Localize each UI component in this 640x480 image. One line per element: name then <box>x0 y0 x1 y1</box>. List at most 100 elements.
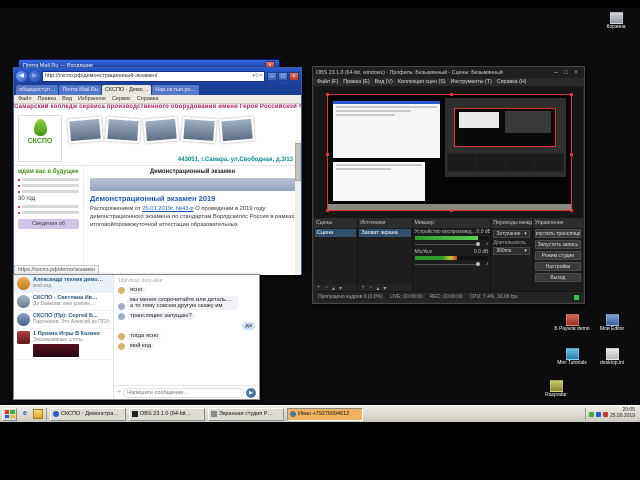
chat-contact[interactable]: Александр техник демо… мой код <box>14 275 113 293</box>
resize-handle[interactable] <box>326 93 329 96</box>
resize-handle[interactable] <box>570 152 573 156</box>
attach-icon[interactable]: + <box>117 389 121 396</box>
chat-contact[interactable]: СКСПО (Пр): Сергей Б… Партнеров: Это Але… <box>14 311 113 329</box>
maximize-icon[interactable]: □ <box>278 71 288 81</box>
sidebar-item[interactable] <box>18 184 79 187</box>
sidebar-item[interactable] <box>18 211 79 214</box>
menu-help[interactable]: Справка <box>137 96 159 102</box>
chat-input-bar: + ▶ <box>114 385 259 399</box>
channel-db: 0.0 dB <box>473 249 489 255</box>
start-button[interactable] <box>2 407 17 421</box>
browser-tab[interactable]: общедоступ… <box>16 85 59 95</box>
resize-handle[interactable] <box>449 93 453 96</box>
task-button-chat[interactable]: Иван +79276094612 <box>287 407 363 421</box>
menu-favorites[interactable]: Избранное <box>78 96 106 102</box>
transition-select[interactable]: Затухание ▾ <box>493 230 530 238</box>
menu-edit[interactable]: Правка <box>38 96 57 102</box>
slider-knob[interactable] <box>476 262 481 266</box>
obs-menu-file[interactable]: Файл (F) <box>317 79 338 85</box>
capture-source-region[interactable] <box>326 93 573 212</box>
studio-mode-button[interactable]: Режим студии <box>534 251 581 260</box>
article-link[interactable]: 25.01.2019г. №43-р <box>142 206 193 212</box>
send-icon[interactable]: ▶ <box>246 387 256 398</box>
tray-icon[interactable] <box>595 411 601 417</box>
task-button-obs[interactable]: OBS 23.1.0 (64-bit… <box>129 407 205 421</box>
obs-menu-view[interactable]: Вид (V) <box>375 79 393 85</box>
bullet-icon <box>18 211 20 214</box>
speaker-icon[interactable]: ♪ <box>486 241 489 247</box>
scenes-list: Сцена <box>314 228 358 284</box>
exit-button[interactable]: Выход <box>534 273 581 282</box>
browser-scrollbar[interactable] <box>295 140 301 275</box>
duration-spinner[interactable]: 300ms ▾ <box>493 247 530 255</box>
speaker-icon[interactable]: ♪ <box>486 261 489 267</box>
desktop-icon-moi-editor[interactable]: Мои Editor <box>592 314 632 333</box>
minimize-icon[interactable]: ─ <box>267 71 277 81</box>
message-bubble: мой код <box>127 342 155 350</box>
resize-handle[interactable] <box>570 93 573 96</box>
volume-slider[interactable]: ♪ <box>414 261 489 267</box>
menu-tools[interactable]: Сервис <box>112 96 131 102</box>
maximize-icon[interactable]: □ <box>561 70 571 76</box>
quicklaunch-folder-icon[interactable] <box>33 409 43 419</box>
slider-knob[interactable] <box>476 242 481 246</box>
desktop-icon-recycle-bin[interactable]: Корзина <box>596 12 636 31</box>
chat-contact[interactable]: СКСПО - Светлана Ив… До Бажкова: мне дов… <box>14 293 113 311</box>
taskbar-separator <box>46 408 47 420</box>
photo-carousel[interactable] <box>67 116 291 144</box>
obs-preview[interactable] <box>314 87 583 218</box>
scene-item[interactable]: Сцена <box>315 229 357 237</box>
desktop-icon-mini-tutorials[interactable]: Mini Tutorials <box>552 348 592 367</box>
scrollbar-thumb[interactable] <box>295 143 301 181</box>
source-item[interactable]: Захват экрана <box>359 229 411 237</box>
menu-view[interactable]: Вид <box>62 96 72 102</box>
browser-tab[interactable]: Почта Mail.Ru <box>59 85 101 95</box>
message-input[interactable] <box>123 387 244 398</box>
chat-contact[interactable]: 1 Прокин Игры В Казино Эксклюзивные слот… <box>14 329 113 360</box>
close-icon[interactable]: × <box>289 71 299 81</box>
browser-tab[interactable]: Нар.ск.тып.уо… <box>152 85 199 95</box>
windows-logo-icon <box>10 414 15 418</box>
tray-icon[interactable] <box>602 411 608 417</box>
sidebar-item[interactable] <box>18 178 79 181</box>
close-icon[interactable]: × <box>571 70 581 76</box>
obs-menu-edit[interactable]: Правка (E) <box>343 79 369 85</box>
start-streaming-button[interactable]: Запустить трансляцию <box>534 229 581 238</box>
desktop-icon-raspodar[interactable]: Raspodar <box>536 380 576 399</box>
start-recording-button[interactable]: Запустить запись <box>534 240 581 249</box>
captured-obs-docks <box>447 153 564 172</box>
back-icon[interactable]: ◀ <box>16 70 27 82</box>
menu-file[interactable]: Файл <box>18 96 32 102</box>
minimize-icon[interactable]: ─ <box>551 70 561 76</box>
address-bar[interactable]: http://скспо.рф/демонстрационный-экзамен… <box>42 70 265 82</box>
forward-icon[interactable]: ▶ <box>29 70 40 82</box>
quicklaunch-browser-icon[interactable]: e <box>20 409 30 419</box>
obs-menu-scene-collection[interactable]: Коллекция сцен (S) <box>398 79 446 85</box>
desktop-icon-desktop-ini[interactable]: desktop.ini <box>592 348 632 367</box>
avatar <box>17 331 30 344</box>
sidebar-info-button[interactable]: Сведения об <box>18 219 79 229</box>
obs-menu-help[interactable]: Справка (H) <box>497 79 527 85</box>
volume-slider[interactable]: ♪ <box>414 241 489 247</box>
stop-icon[interactable]: × <box>259 73 262 79</box>
chat-window: Александр техник демо… мой код СКСПО - С… <box>13 274 260 400</box>
chat-code-text: 1dyf-dusp dvzy-aliar <box>118 278 163 284</box>
resize-handle[interactable] <box>326 152 329 156</box>
avatar <box>118 343 125 350</box>
sidebar-item[interactable] <box>18 190 79 193</box>
article-title[interactable]: Демонстрационный экзамен 2019 <box>90 194 295 203</box>
obs-menu-tools[interactable]: Инструменты (T) <box>451 79 492 85</box>
taskbar-clock[interactable]: 20:05 25.09.2019 <box>610 407 635 420</box>
settings-button[interactable]: Настройки <box>534 262 581 271</box>
obs-titlebar[interactable]: OBS 23.1.0 (64-bit, windows) - Профиль: … <box>313 67 584 78</box>
sidebar-item[interactable] <box>18 205 79 208</box>
task-button-browser[interactable]: СКСПО - Демонстра… <box>50 407 126 421</box>
avatar <box>118 333 125 340</box>
dropped-frames-status: Пропущено кадров 0 (0.0%) <box>318 294 383 300</box>
task-button-studio[interactable]: Экранная студия Р… <box>208 407 284 421</box>
site-logo[interactable]: СКСПО <box>18 115 62 162</box>
tray-icon[interactable] <box>588 411 594 417</box>
browser-tab-active[interactable]: СКСПО - Демо… <box>101 85 152 95</box>
desktop-icon-braunov-demo[interactable]: Б Раунов demo <box>552 314 592 333</box>
mixer-body: Устройство воспроизвед… 0.0 dB ♪ Mic/Aux… <box>412 228 491 292</box>
